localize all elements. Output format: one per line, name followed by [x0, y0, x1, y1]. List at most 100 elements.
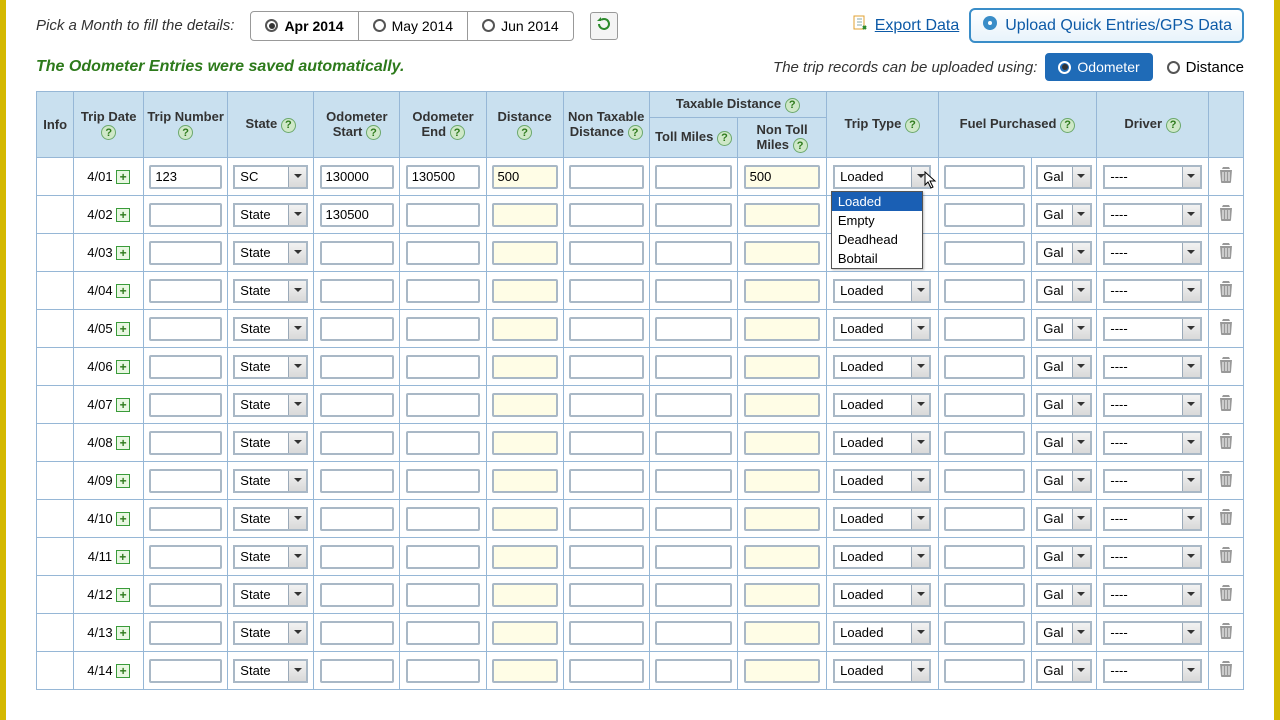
delete-row-icon[interactable]	[1218, 356, 1234, 374]
fuel-unit-select[interactable]: Gal	[1036, 469, 1091, 493]
driver-select[interactable]: ----	[1103, 659, 1201, 683]
distance-input[interactable]	[492, 355, 558, 379]
fuel-unit-select[interactable]: Gal	[1036, 393, 1091, 417]
non-taxable-input[interactable]	[569, 431, 644, 455]
odometer-end-input[interactable]	[406, 165, 481, 189]
help-icon[interactable]: ?	[717, 131, 732, 146]
help-icon[interactable]: ?	[517, 125, 532, 140]
add-row-icon[interactable]: +	[116, 436, 130, 450]
trip-number-input[interactable]	[149, 279, 222, 303]
non-taxable-input[interactable]	[569, 507, 644, 531]
add-row-icon[interactable]: +	[116, 664, 130, 678]
mode-odometer-button[interactable]: Odometer	[1045, 53, 1152, 81]
delete-row-icon[interactable]	[1218, 432, 1234, 450]
trip-type-select[interactable]: Loaded	[833, 431, 931, 455]
dropdown-option[interactable]: Empty	[832, 211, 922, 230]
delete-row-icon[interactable]	[1218, 622, 1234, 640]
non-toll-miles-input[interactable]	[744, 317, 821, 341]
fuel-purchased-input[interactable]	[944, 621, 1025, 645]
non-taxable-input[interactable]	[569, 583, 644, 607]
odometer-start-input[interactable]	[320, 279, 395, 303]
odometer-start-input[interactable]	[320, 659, 395, 683]
add-row-icon[interactable]: +	[116, 398, 130, 412]
fuel-purchased-input[interactable]	[944, 355, 1025, 379]
toll-miles-input[interactable]	[655, 507, 732, 531]
fuel-purchased-input[interactable]	[944, 203, 1025, 227]
trip-number-input[interactable]	[149, 431, 222, 455]
non-toll-miles-input[interactable]	[744, 241, 821, 265]
odometer-end-input[interactable]	[406, 507, 481, 531]
delete-row-icon[interactable]	[1218, 470, 1234, 488]
odometer-end-input[interactable]	[406, 241, 481, 265]
fuel-purchased-input[interactable]	[944, 317, 1025, 341]
odometer-start-input[interactable]	[320, 203, 395, 227]
trip-number-input[interactable]	[149, 165, 222, 189]
trip-number-input[interactable]	[149, 203, 222, 227]
trip-number-input[interactable]	[149, 393, 222, 417]
odometer-end-input[interactable]	[406, 203, 481, 227]
non-toll-miles-input[interactable]	[744, 507, 821, 531]
non-toll-miles-input[interactable]	[744, 431, 821, 455]
driver-select[interactable]: ----	[1103, 621, 1201, 645]
fuel-unit-select[interactable]: Gal	[1036, 203, 1091, 227]
non-taxable-input[interactable]	[569, 621, 644, 645]
help-icon[interactable]: ?	[1166, 118, 1181, 133]
toll-miles-input[interactable]	[655, 241, 732, 265]
state-select[interactable]: State	[233, 241, 308, 265]
odometer-end-input[interactable]	[406, 583, 481, 607]
driver-select[interactable]: ----	[1103, 583, 1201, 607]
fuel-unit-select[interactable]: Gal	[1036, 431, 1091, 455]
trip-type-select[interactable]: Loaded	[833, 317, 931, 341]
trip-type-select[interactable]: Loaded	[833, 393, 931, 417]
driver-select[interactable]: ----	[1103, 203, 1201, 227]
export-data-link[interactable]: Export Data	[851, 14, 959, 37]
odometer-start-input[interactable]	[320, 507, 395, 531]
driver-select[interactable]: ----	[1103, 393, 1201, 417]
distance-input[interactable]	[492, 431, 558, 455]
odometer-start-input[interactable]	[320, 621, 395, 645]
distance-input[interactable]	[492, 659, 558, 683]
non-taxable-input[interactable]	[569, 393, 644, 417]
trip-type-select[interactable]: Loaded	[833, 279, 931, 303]
mode-distance-radio[interactable]: Distance	[1167, 59, 1244, 76]
trip-number-input[interactable]	[149, 241, 222, 265]
toll-miles-input[interactable]	[655, 355, 732, 379]
non-toll-miles-input[interactable]	[744, 393, 821, 417]
trip-number-input[interactable]	[149, 507, 222, 531]
trip-type-select[interactable]: Loaded	[833, 659, 931, 683]
fuel-purchased-input[interactable]	[944, 393, 1025, 417]
state-select[interactable]: State	[233, 355, 308, 379]
state-select[interactable]: State	[233, 621, 308, 645]
month-tab[interactable]: Jun 2014	[468, 11, 574, 41]
distance-input[interactable]	[492, 545, 558, 569]
month-tab[interactable]: Apr 2014	[250, 11, 358, 41]
fuel-unit-select[interactable]: Gal	[1036, 165, 1091, 189]
help-icon[interactable]: ?	[793, 138, 808, 153]
distance-input[interactable]	[492, 583, 558, 607]
add-row-icon[interactable]: +	[116, 360, 130, 374]
non-taxable-input[interactable]	[569, 203, 644, 227]
fuel-unit-select[interactable]: Gal	[1036, 355, 1091, 379]
fuel-purchased-input[interactable]	[944, 241, 1025, 265]
trip-number-input[interactable]	[149, 621, 222, 645]
trip-number-input[interactable]	[149, 355, 222, 379]
fuel-unit-select[interactable]: Gal	[1036, 621, 1091, 645]
help-icon[interactable]: ?	[1060, 118, 1075, 133]
state-select[interactable]: State	[233, 583, 308, 607]
trip-number-input[interactable]	[149, 659, 222, 683]
trip-type-select[interactable]: Loaded	[833, 621, 931, 645]
distance-input[interactable]	[492, 279, 558, 303]
state-select[interactable]: SC	[233, 165, 308, 189]
toll-miles-input[interactable]	[655, 279, 732, 303]
non-toll-miles-input[interactable]	[744, 203, 821, 227]
odometer-start-input[interactable]	[320, 545, 395, 569]
delete-row-icon[interactable]	[1218, 242, 1234, 260]
driver-select[interactable]: ----	[1103, 165, 1201, 189]
fuel-unit-select[interactable]: Gal	[1036, 545, 1091, 569]
state-select[interactable]: State	[233, 393, 308, 417]
toll-miles-input[interactable]	[655, 621, 732, 645]
odometer-end-input[interactable]	[406, 469, 481, 493]
odometer-start-input[interactable]	[320, 355, 395, 379]
odometer-start-input[interactable]	[320, 241, 395, 265]
toll-miles-input[interactable]	[655, 583, 732, 607]
